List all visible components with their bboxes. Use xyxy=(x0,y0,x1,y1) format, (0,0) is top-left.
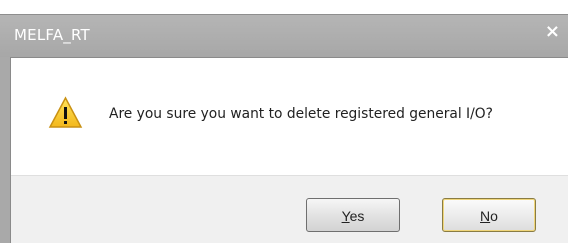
title-bar: MELFA_RT × xyxy=(0,15,568,57)
background-window-fragment xyxy=(150,0,450,12)
no-label-rest: o xyxy=(490,208,498,224)
yes-mnemonic: Y xyxy=(341,208,350,224)
window-title: MELFA_RT xyxy=(14,26,90,44)
confirmation-dialog: MELFA_RT × Are you sure you want to dele… xyxy=(0,14,568,243)
warning-icon xyxy=(48,96,83,128)
yes-button[interactable]: Yes xyxy=(306,198,400,232)
dialog-client-area: Are you sure you want to delete register… xyxy=(10,57,568,243)
message-area: Are you sure you want to delete register… xyxy=(11,58,568,175)
confirmation-message: Are you sure you want to delete register… xyxy=(109,106,493,122)
close-button[interactable]: × xyxy=(545,23,560,41)
no-mnemonic: N xyxy=(480,208,491,224)
yes-label-rest: es xyxy=(349,208,365,224)
footer-divider xyxy=(11,175,568,176)
no-button[interactable]: No xyxy=(442,198,536,232)
